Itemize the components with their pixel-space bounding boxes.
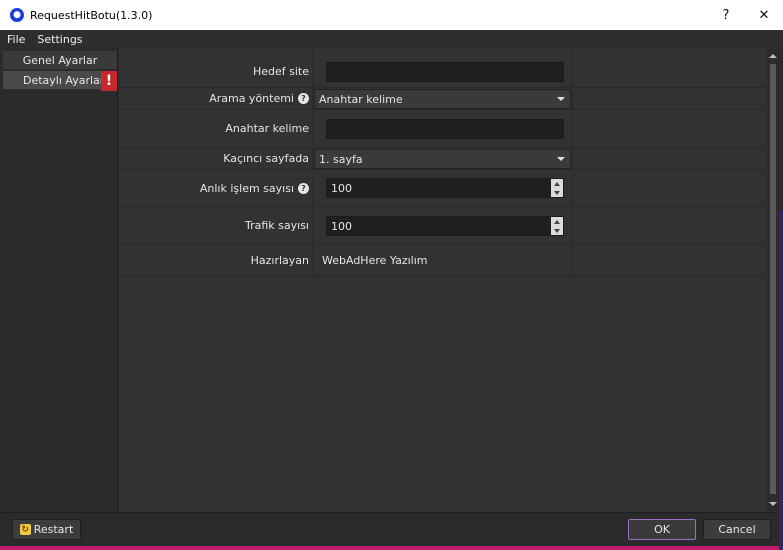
arama-yontemi-label: Arama yöntemi ? xyxy=(209,88,309,109)
help-icon[interactable]: ? xyxy=(298,182,309,194)
hedef-site-input[interactable] xyxy=(326,62,564,82)
anlik-islem-spinbox[interactable]: 100 xyxy=(326,178,564,198)
spin-buttons xyxy=(551,217,563,235)
sidebar-item-detayli-ayarlar[interactable]: Detaylı Ayarlar ! xyxy=(3,71,117,91)
close-button[interactable]: ✕ xyxy=(745,0,783,30)
restart-icon: ↻ xyxy=(19,524,31,535)
warning-icon: ! xyxy=(101,71,117,91)
anlik-islem-value: 100 xyxy=(331,181,352,195)
menu-file[interactable]: File xyxy=(0,33,30,46)
ok-button[interactable]: OK xyxy=(628,519,696,540)
restart-button[interactable]: ↻ Restart xyxy=(12,519,81,540)
arama-yontemi-text: Arama yöntemi xyxy=(209,92,294,105)
cancel-button[interactable]: Cancel xyxy=(703,519,771,540)
vertical-scrollbar[interactable] xyxy=(767,48,779,512)
hedef-site-label: Hedef site xyxy=(252,65,309,78)
app-icon: ● xyxy=(10,8,24,22)
arama-yontemi-value: Anahtar kelime xyxy=(319,92,403,106)
row-kacinci-sayfada: Kaçıncı sayfada 1. sayfa xyxy=(119,148,767,170)
chevron-down-icon xyxy=(557,97,565,101)
row-arama-yontemi: Arama yöntemi ? Anahtar kelime xyxy=(119,88,767,110)
kacinci-sayfada-label: Kaçıncı sayfada xyxy=(223,152,309,165)
spin-down-icon[interactable] xyxy=(551,226,563,235)
sidebar-item-label: Genel Ayarlar xyxy=(22,53,98,67)
scroll-up-icon[interactable] xyxy=(769,54,777,58)
anlik-islem-text: Anlık işlem sayısı xyxy=(199,181,294,195)
desktop-edge-bottom xyxy=(0,546,783,550)
trafik-sayisi-spinbox[interactable]: 100 xyxy=(326,216,564,236)
spin-down-icon[interactable] xyxy=(551,188,563,197)
settings-panel: Hedef site Arama yöntemi ? Anahtar kelim… xyxy=(119,48,767,512)
row-anahtar-kelime: Anahtar kelime xyxy=(119,110,767,148)
anahtar-kelime-label: Anahtar kelime xyxy=(225,122,309,135)
scroll-thumb[interactable] xyxy=(770,64,776,494)
row-hedef-site: Hedef site xyxy=(119,56,767,88)
trafik-sayisi-value: 100 xyxy=(331,219,352,233)
restart-label: Restart xyxy=(33,523,74,536)
spin-up-icon[interactable] xyxy=(551,217,563,226)
kacinci-sayfada-select[interactable]: 1. sayfa xyxy=(314,149,571,169)
anlik-islem-label: Anlık işlem sayısı ? xyxy=(200,170,309,206)
footer-bar: ↻ Restart OK Cancel xyxy=(0,512,779,546)
trafik-sayisi-label: Trafik sayısı xyxy=(245,218,309,232)
anahtar-kelime-input[interactable] xyxy=(326,119,564,139)
chevron-down-icon xyxy=(557,157,565,161)
help-icon[interactable]: ? xyxy=(298,93,309,104)
spin-buttons xyxy=(551,179,563,197)
row-hazirlayan: Hazırlayan WebAdHere Yazılım xyxy=(119,244,767,277)
scroll-down-icon[interactable] xyxy=(769,502,777,506)
sidebar: Genel Ayarlar Detaylı Ayarlar ! xyxy=(0,48,118,512)
hazirlayan-value: WebAdHere Yazılım xyxy=(322,254,428,267)
kacinci-sayfada-value: 1. sayfa xyxy=(319,152,363,166)
row-trafik-sayisi: Trafik sayısı 100 xyxy=(119,207,767,244)
arama-yontemi-select[interactable]: Anahtar kelime xyxy=(314,89,571,109)
desktop-edge-right xyxy=(779,210,783,550)
spin-up-icon[interactable] xyxy=(551,179,563,188)
sidebar-item-label: Detaylı Ayarlar xyxy=(23,73,105,87)
title-bar: ● RequestHitBotu(1.3.0) ? ✕ xyxy=(0,0,783,30)
row-anlik-islem: Anlık işlem sayısı ? 100 xyxy=(119,170,767,207)
sidebar-item-genel-ayarlar[interactable]: Genel Ayarlar xyxy=(3,51,117,69)
window-title: RequestHitBotu(1.3.0) xyxy=(30,8,153,22)
menu-bar: File Settings xyxy=(0,30,783,48)
menu-settings[interactable]: Settings xyxy=(30,33,87,46)
help-button[interactable]: ? xyxy=(707,0,745,30)
hazirlayan-label: Hazırlayan xyxy=(250,253,309,267)
